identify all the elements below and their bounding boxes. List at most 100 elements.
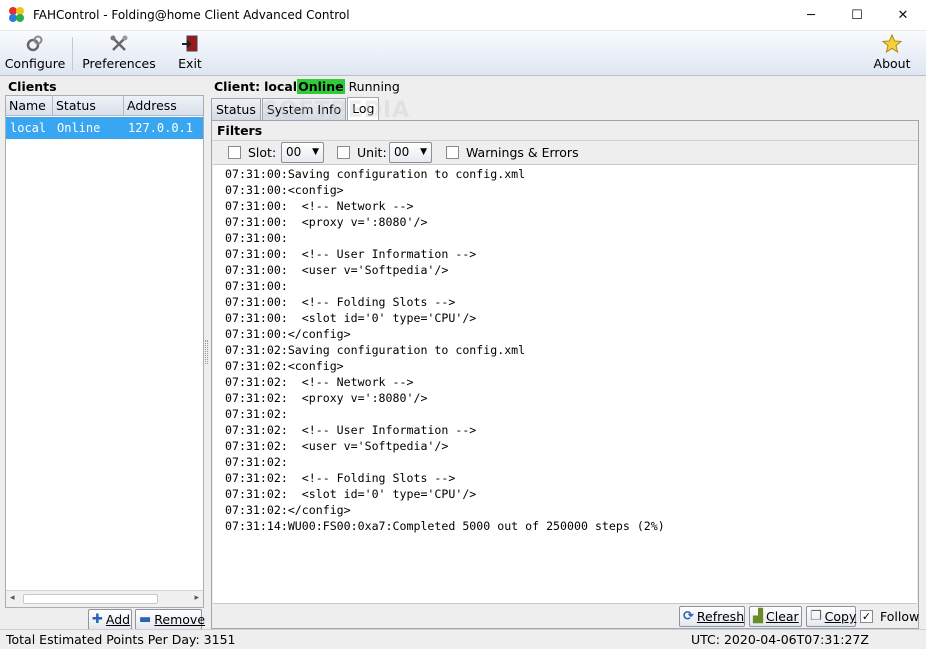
refresh-label: Refresh (696, 609, 745, 624)
tab-log[interactable]: Log (347, 97, 380, 120)
log-line: 07:31:02: (225, 407, 288, 421)
log-lines: 07:31:00:Saving configuration to config.… (213, 165, 917, 534)
tab-status[interactable]: Status (211, 98, 261, 120)
exit-label: Exit (178, 56, 202, 71)
client-state: Running (348, 79, 400, 94)
log-text-area[interactable]: 07:31:00:Saving configuration to config.… (213, 164, 917, 604)
clear-button[interactable]: ▟ Clear (749, 606, 802, 627)
log-line: 07:31:14:WU00:FS00:0xa7:Completed 5000 o… (225, 519, 665, 533)
chevron-down-icon: ▼ (420, 147, 427, 157)
remove-client-button[interactable]: ▬ Remove (135, 609, 206, 630)
preferences-button[interactable]: Preferences (82, 34, 156, 74)
configure-label: Configure (4, 56, 66, 71)
client-status-badge: Online (297, 79, 345, 94)
warnings-filter-label: Warnings & Errors (466, 145, 579, 160)
preferences-label: Preferences (82, 56, 156, 71)
log-line: 07:31:00:<config> (225, 183, 344, 197)
close-icon: ✕ (897, 8, 909, 23)
log-line: 07:31:00:</config> (225, 327, 351, 341)
clients-horizontal-scrollbar[interactable]: ◂ ▸ (6, 590, 203, 607)
client-name-cell: local (10, 121, 47, 135)
log-line: 07:31:02:<config> (225, 359, 344, 373)
clients-table-header: Name Status Address (6, 96, 203, 116)
copy-icon: ❐ (810, 609, 822, 624)
exit-door-icon (180, 34, 200, 54)
scrollbar-thumb[interactable] (23, 594, 158, 604)
toolbar: Configure Preferences Exit About (0, 31, 926, 76)
client-address-cell: 127.0.0.1 (128, 121, 194, 135)
toolbar-separator (72, 37, 73, 71)
about-label: About (873, 56, 911, 71)
log-line: 07:31:02: (225, 455, 288, 469)
slot-select[interactable]: 00 ▼ (281, 142, 324, 163)
clients-table: Name Status Address local Online 127.0.0… (5, 95, 204, 608)
log-panel: Filters Slot: 00 ▼ Unit: 00 ▼ Warnings & E… (211, 120, 919, 629)
title-bar: FAHControl - Folding@home Client Advance… (0, 0, 926, 31)
maximize-icon: ☐ (851, 8, 863, 23)
broom-icon: ▟ (753, 609, 763, 624)
maximize-button[interactable]: ☐ (834, 0, 880, 31)
table-row-client-local[interactable]: local Online 127.0.0.1 (6, 117, 203, 139)
slot-select-value: 00 (286, 145, 302, 159)
tab-system-info[interactable]: System Info (261, 98, 347, 120)
warnings-filter-checkbox[interactable] (446, 146, 459, 159)
configure-gears-icon (25, 34, 45, 54)
log-line: 07:31:02: <user v='Softpedia'/> (225, 439, 449, 453)
filters-title: Filters (217, 123, 263, 138)
about-star-icon (882, 34, 902, 54)
log-line: 07:31:00: (225, 279, 288, 293)
add-label: Add (105, 612, 131, 627)
log-line: 07:31:02:Saving configuration to config.… (225, 343, 526, 357)
log-line: 07:31:02: <!-- Network --> (225, 375, 414, 389)
copy-label: Copy (824, 609, 857, 624)
unit-filter-label: Unit: (357, 145, 387, 160)
status-bar: Total Estimated Points Per Day: 3151 UTC… (0, 629, 926, 649)
refresh-button[interactable]: ⟳ Refresh (679, 606, 745, 627)
slot-filter-checkbox[interactable] (228, 146, 241, 159)
close-button[interactable]: ✕ (880, 0, 926, 31)
client-header: Client: localOnline Running (214, 79, 400, 94)
log-line: 07:31:00: <slot id='0' type='CPU'/> (225, 311, 477, 325)
add-icon: ✚ (92, 612, 103, 627)
clients-title: Clients (8, 79, 57, 94)
preferences-tools-icon (109, 34, 129, 54)
remove-icon: ▬ (139, 612, 152, 627)
minimize-button[interactable]: ─ (788, 0, 834, 31)
copy-button[interactable]: ❐ Copy (806, 606, 856, 627)
log-line: 07:31:00: <!-- User Information --> (225, 247, 477, 261)
log-line: 07:31:02: <slot id='0' type='CPU'/> (225, 487, 477, 501)
log-line: 07:31:00: <!-- Folding Slots --> (225, 295, 456, 309)
filters-row: Slot: 00 ▼ Unit: 00 ▼ Warnings & Errors (212, 140, 918, 165)
client-name: local (264, 79, 298, 94)
exit-button[interactable]: Exit (176, 34, 204, 74)
add-client-button[interactable]: ✚ Add (88, 609, 132, 630)
column-header-name[interactable]: Name (6, 96, 53, 116)
column-header-status[interactable]: Status (53, 96, 124, 116)
scroll-right-icon[interactable]: ▸ (194, 593, 199, 603)
column-header-address[interactable]: Address (124, 96, 203, 116)
follow-checkbox[interactable]: ✓ (860, 610, 873, 623)
log-line: 07:31:00:Saving configuration to config.… (225, 167, 526, 181)
chevron-down-icon: ▼ (312, 147, 319, 157)
refresh-icon: ⟳ (683, 609, 694, 624)
points-per-day: Total Estimated Points Per Day: 3151 (6, 632, 236, 647)
log-line: 07:31:00: (225, 231, 288, 245)
slot-filter-label: Slot: (248, 145, 277, 160)
unit-filter-checkbox[interactable] (337, 146, 350, 159)
unit-select-value: 00 (394, 145, 410, 159)
configure-button[interactable]: Configure (4, 34, 66, 74)
fah-app-icon (9, 7, 25, 23)
checkmark-icon: ✓ (861, 610, 872, 623)
split-pane-divider[interactable] (205, 340, 208, 364)
client-status-cell: Online (57, 121, 101, 135)
log-line: 07:31:02: <proxy v=':8080'/> (225, 391, 428, 405)
remove-label: Remove (154, 612, 206, 627)
log-actions: ⟳ Refresh ▟ Clear ❐ Copy ✓ Follow (212, 605, 919, 629)
unit-select[interactable]: 00 ▼ (389, 142, 432, 163)
scroll-left-icon[interactable]: ◂ (10, 593, 15, 603)
about-button[interactable]: About (872, 34, 912, 74)
log-line: 07:31:02: <!-- Folding Slots --> (225, 471, 456, 485)
client-label: Client: (214, 79, 261, 94)
log-line: 07:31:00: <!-- Network --> (225, 199, 414, 213)
utc-time: UTC: 2020-04-06T07:31:27Z (691, 632, 869, 647)
